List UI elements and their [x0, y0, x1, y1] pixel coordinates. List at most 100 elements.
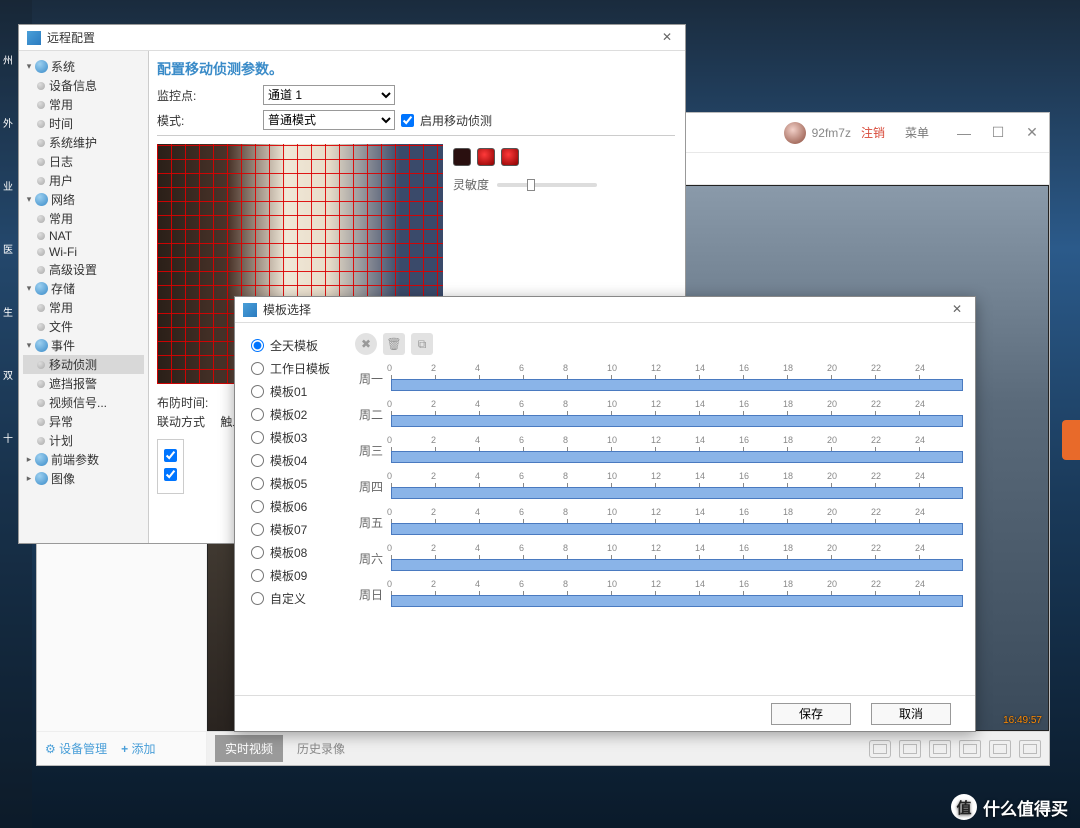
maximize-button[interactable]: ☐	[981, 124, 1015, 141]
watermark: 值什么值得买	[951, 794, 1068, 820]
template-list: 全天模板工作日模板模板01 模板02 模板03 模板04 模板05 模板06 模板07 模板0…	[251, 333, 347, 691]
tree-nat[interactable]: NAT	[23, 228, 144, 244]
tree-maint[interactable]: 系统维护	[23, 133, 144, 152]
tree-devinfo[interactable]: 设备信息	[23, 76, 144, 95]
username: 92fm7z	[812, 126, 851, 140]
tree-tamper[interactable]: 遮挡报警	[23, 374, 144, 393]
tpl-option-3[interactable]: 模板02	[251, 406, 347, 423]
tpl-option-2[interactable]: 模板01	[251, 383, 347, 400]
day-label: 周四	[355, 478, 383, 495]
timestamp-overlay: 16:49:57	[1003, 715, 1042, 726]
mode-select[interactable]: 普通模式	[263, 110, 395, 130]
save-button[interactable]: 保存	[771, 703, 851, 725]
schedule-row-2: 周三	[355, 435, 963, 465]
timeline[interactable]	[391, 363, 963, 393]
sensitivity-label: 灵敏度	[453, 176, 489, 193]
day-label: 周日	[355, 586, 383, 603]
tree-log[interactable]: 日志	[23, 152, 144, 171]
tree-vsig[interactable]: 视频信号...	[23, 393, 144, 412]
tree-net-common[interactable]: 常用	[23, 209, 144, 228]
tpl-option-7[interactable]: 模板06	[251, 498, 347, 515]
device-manage[interactable]: 设备管理	[45, 740, 107, 757]
cancel-button[interactable]: 取消	[871, 703, 951, 725]
day-label: 周二	[355, 406, 383, 423]
schedule-row-0: 周一	[355, 363, 963, 393]
area-fill2-icon[interactable]	[501, 148, 519, 166]
tpl-option-6[interactable]: 模板05	[251, 475, 347, 492]
tree-wifi[interactable]: Wi-Fi	[23, 244, 144, 260]
app-logo-icon	[243, 303, 257, 317]
schedule-row-1: 周二	[355, 399, 963, 429]
timeline[interactable]	[391, 543, 963, 573]
tpl-option-1[interactable]: 工作日模板	[251, 360, 347, 377]
tpl-trash-icon[interactable]: 🗑	[383, 333, 405, 355]
layout-2x2-icon[interactable]	[929, 740, 951, 758]
enable-motion-checkbox[interactable]	[401, 114, 414, 127]
tree-abnormal[interactable]: 异常	[23, 412, 144, 431]
template-dialog: 模板选择 ✕ 全天模板工作日模板模板01模板02模板03模板04模板05模板06…	[234, 296, 976, 732]
day-label: 周三	[355, 442, 383, 459]
link-method-label: 联动方式	[157, 413, 205, 430]
nav-tree: ▾系统 设备信息 常用 时间 系统维护 日志 用户 ▾网络 常用 NAT Wi-…	[19, 51, 149, 543]
tpl-option-8[interactable]: 模板07	[251, 521, 347, 538]
linkage-check-2[interactable]	[164, 468, 177, 481]
channel-select[interactable]: 通道 1	[263, 85, 395, 105]
schedule-row-5: 周六	[355, 543, 963, 573]
layout-4x4-icon[interactable]	[989, 740, 1011, 758]
tpl-option-0[interactable]: 全天模板	[251, 337, 347, 354]
area-fill-icon[interactable]	[477, 148, 495, 166]
timeline[interactable]	[391, 579, 963, 609]
app-logo-icon	[27, 31, 41, 45]
tpl-option-11[interactable]: 自定义	[251, 590, 347, 607]
tree-cam[interactable]: ▸前端参数	[23, 450, 144, 469]
tpl-option-10[interactable]: 模板09	[251, 567, 347, 584]
close-icon[interactable]: ✕	[947, 300, 967, 320]
tpl-copy-icon[interactable]: ⧉	[411, 333, 433, 355]
close-icon[interactable]: ✕	[657, 28, 677, 48]
tpl-option-5[interactable]: 模板04	[251, 452, 347, 469]
tree-common[interactable]: 常用	[23, 95, 144, 114]
timeline[interactable]	[391, 399, 963, 429]
logout-link[interactable]: 注销	[861, 124, 885, 141]
layout-custom-icon[interactable]	[1019, 740, 1041, 758]
tpl-option-4[interactable]: 模板03	[251, 429, 347, 446]
layout-3x3-icon[interactable]	[959, 740, 981, 758]
tpl-option-9[interactable]: 模板08	[251, 544, 347, 561]
timeline[interactable]	[391, 471, 963, 501]
tree-image[interactable]: ▸图像	[23, 469, 144, 488]
timeline[interactable]	[391, 507, 963, 537]
sensitivity-slider[interactable]	[497, 183, 597, 187]
schedule-row-3: 周四	[355, 471, 963, 501]
linkage-check-1[interactable]	[164, 449, 177, 462]
remote-titlebar: 远程配置 ✕	[19, 25, 685, 51]
tpl-delete-icon[interactable]: ✖	[355, 333, 377, 355]
mode-label: 模式:	[157, 112, 257, 129]
tree-event[interactable]: ▾事件	[23, 336, 144, 355]
menu-button[interactable]: 菜单	[905, 124, 929, 141]
avatar-icon[interactable]	[784, 122, 806, 144]
close-button[interactable]: ✕	[1015, 124, 1049, 141]
linkage-box	[157, 439, 184, 494]
tree-storage[interactable]: ▾存储	[23, 279, 144, 298]
tree-time[interactable]: 时间	[23, 114, 144, 133]
area-clear-icon[interactable]	[453, 148, 471, 166]
tree-motion[interactable]: 移动侦测	[23, 355, 144, 374]
add-device[interactable]: 添加	[121, 740, 155, 757]
tree-file[interactable]: 文件	[23, 317, 144, 336]
remote-title: 远程配置	[47, 29, 657, 46]
layout-1x1-icon[interactable]	[899, 740, 921, 758]
fullscreen-icon[interactable]	[869, 740, 891, 758]
video-footer: 实时视频 历史录像	[207, 731, 1049, 765]
tab-realtime[interactable]: 实时视频	[215, 735, 283, 762]
tree-network[interactable]: ▾网络	[23, 190, 144, 209]
tree-plan[interactable]: 计划	[23, 431, 144, 450]
tree-system[interactable]: ▾系统	[23, 57, 144, 76]
timeline[interactable]	[391, 435, 963, 465]
tree-user[interactable]: 用户	[23, 171, 144, 190]
content-heading: 配置移动侦测参数。	[157, 59, 675, 79]
tree-adv[interactable]: 高级设置	[23, 260, 144, 279]
minimize-button[interactable]: —	[947, 125, 981, 141]
tree-st-common[interactable]: 常用	[23, 298, 144, 317]
tab-history[interactable]: 历史录像	[287, 735, 355, 762]
side-tab-icon[interactable]	[1062, 420, 1080, 460]
